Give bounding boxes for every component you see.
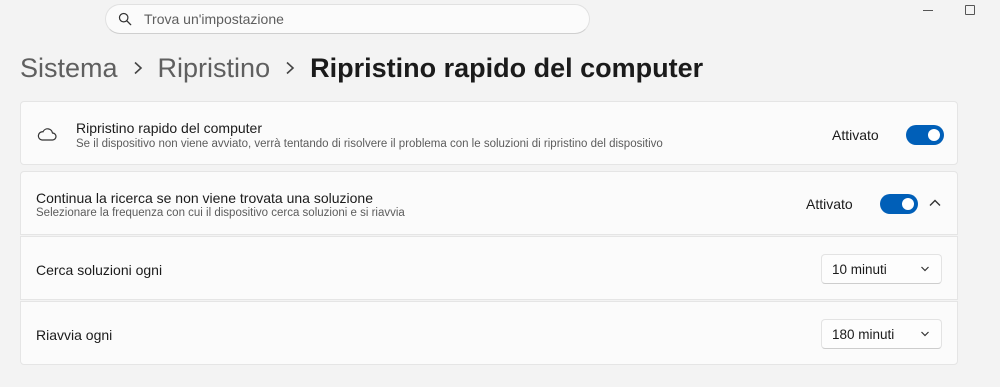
setting-title: Continua la ricerca se non viene trovata… [36,190,373,206]
setting-search-interval: Cerca soluzioni ogni 10 minuti [20,236,958,300]
chevron-down-icon [921,331,929,337]
chevron-right-icon [270,61,310,75]
setting-description: Selezionare la frequenza con cui il disp… [36,207,405,219]
minimize-button[interactable] [913,4,943,16]
setting-restart-interval: Riavvia ogni 180 minuti [20,301,958,365]
search-placeholder: Trova un'impostazione [144,11,284,27]
chevron-down-icon [921,266,929,272]
toggle-state-label: Attivato [806,196,853,212]
restart-interval-dropdown[interactable]: 180 minuti [821,319,942,349]
setting-title: Riavvia ogni [36,327,113,343]
cloud-icon [37,128,57,141]
chevron-up-icon[interactable] [928,196,942,210]
quick-recovery-toggle[interactable] [906,125,944,145]
search-box[interactable]: Trova un'impostazione [105,4,590,34]
maximize-button[interactable] [955,4,985,16]
breadcrumb-item-ripristino[interactable]: Ripristino [158,53,271,84]
continue-search-toggle[interactable] [880,194,918,214]
chevron-right-icon [118,61,158,75]
setting-title: Ripristino rapido del computer [76,120,262,136]
setting-description: Se il dispositivo non viene avviato, ver… [76,138,663,150]
dropdown-value: 10 minuti [832,261,887,277]
search-icon [118,12,132,26]
breadcrumb: Sistema Ripristino Ripristino rapido del… [20,49,703,87]
page-title: Ripristino rapido del computer [310,52,704,83]
setting-continue-search[interactable]: Continua la ricerca se non viene trovata… [20,171,958,235]
toggle-state-label: Attivato [832,127,879,143]
dropdown-value: 180 minuti [832,326,895,342]
setting-quick-recovery: Ripristino rapido del computer Se il dis… [20,101,958,165]
setting-title: Cerca soluzioni ogni [36,262,163,278]
search-interval-dropdown[interactable]: 10 minuti [821,254,942,284]
breadcrumb-item-sistema[interactable]: Sistema [20,53,118,84]
